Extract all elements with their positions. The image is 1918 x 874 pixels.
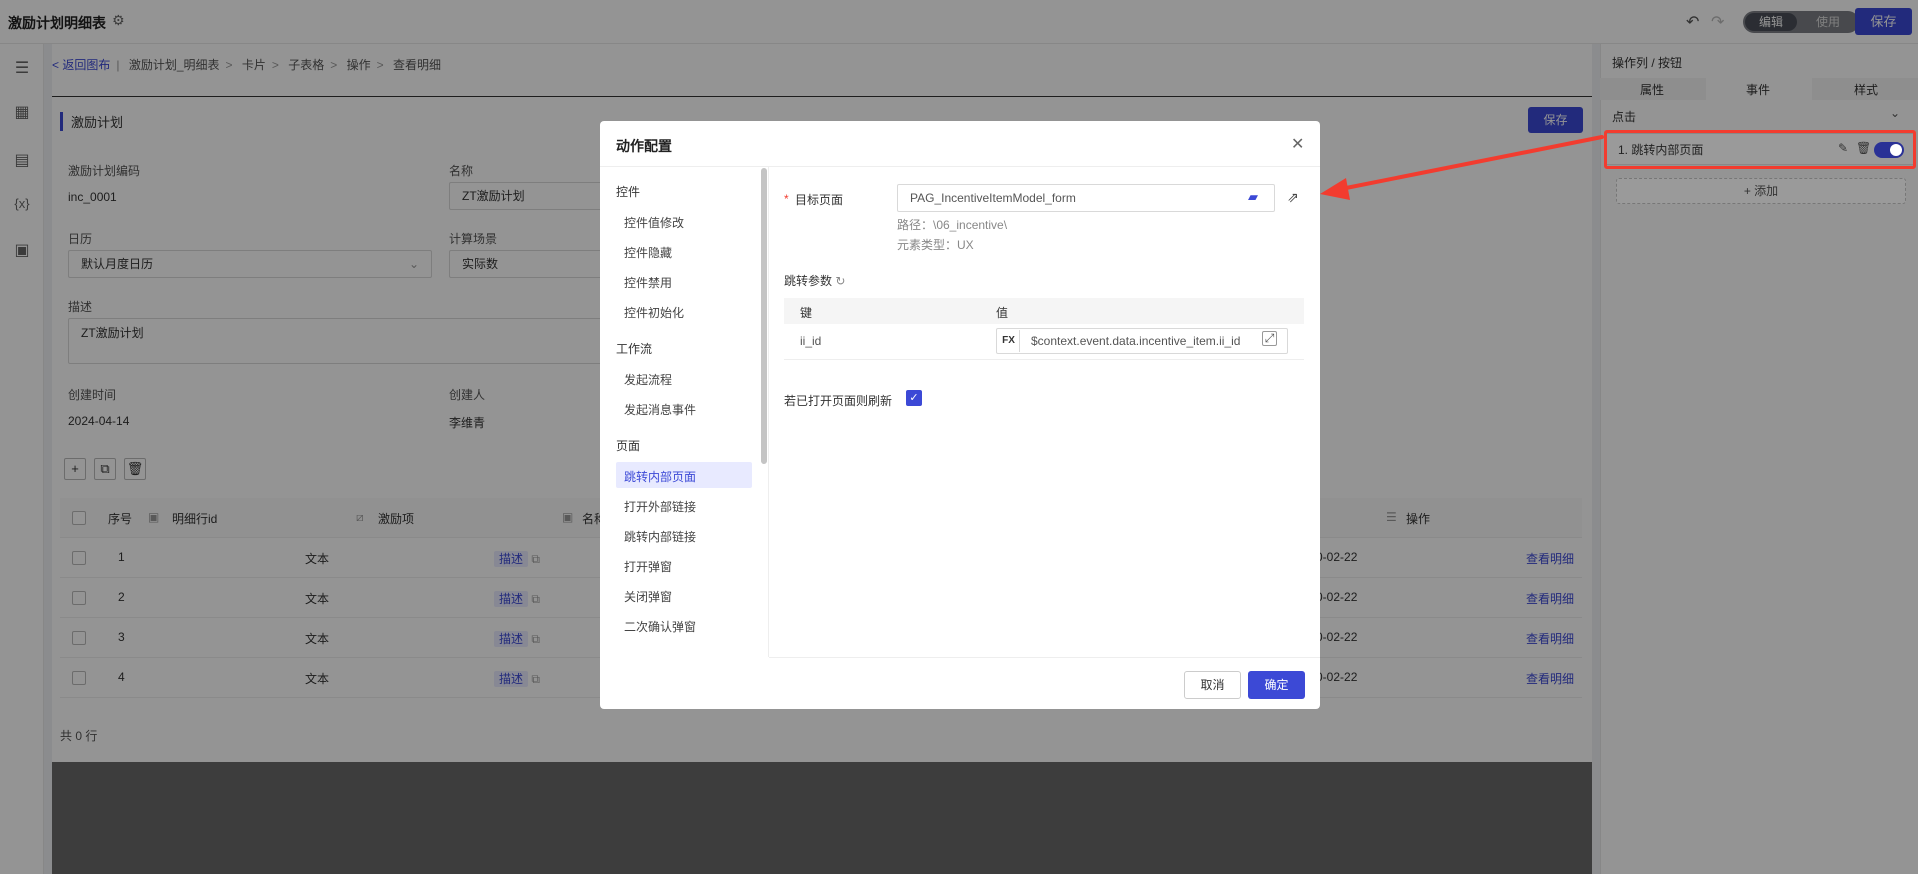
menu-item[interactable]: 打开外部链接 [624,498,696,515]
divider [768,167,769,657]
expand-icon[interactable]: ⤢ [1262,331,1277,346]
menu-item[interactable]: 二次确认弹窗 [624,618,696,635]
menu-item[interactable]: 发起流程 [624,371,672,388]
modal-title: 动作配置 [616,138,672,154]
col-value-header: 值 [996,306,1009,320]
group-page: 页面 [616,439,641,453]
canvas-empty-area [52,762,1592,874]
target-page-input[interactable]: PAG_IncentiveItemModel_form [897,184,1275,212]
menu-item[interactable]: 跳转内部链接 [624,528,696,545]
param-key: ii_id [800,334,822,348]
divider [769,657,1320,658]
jump-params-label: 跳转参数 ↻ [784,274,846,288]
menu-item[interactable]: 控件隐藏 [624,244,672,261]
cancel-button[interactable]: 取消 [1184,671,1241,699]
menu-item[interactable]: 控件值修改 [624,214,684,231]
menu-item[interactable]: 发起消息事件 [624,401,696,418]
group-controls: 控件 [616,185,641,199]
confirm-button[interactable]: 确定 [1248,671,1305,699]
target-page-label: 目标页面 [795,193,844,207]
refresh-if-open-label: 若已打开页面则刷新 [784,394,893,408]
col-key-header: 键 [800,306,813,320]
menu-item[interactable]: 控件初始化 [624,304,684,321]
menu-item[interactable]: 打开弹窗 [624,558,672,575]
refresh-if-open-checkbox[interactable]: ✓ [906,390,922,406]
annotation-highlight [1604,130,1916,169]
annotation-arrow [1320,135,1604,200]
scrollbar[interactable] [761,168,767,464]
folder-icon[interactable]: ▰ [1248,189,1258,205]
group-workflow: 工作流 [616,342,653,356]
menu-item[interactable]: 控件禁用 [624,274,672,291]
menu-item[interactable]: 关闭弹窗 [624,588,672,605]
required-mark: * [784,192,789,206]
fx-icon[interactable]: FX [998,330,1020,352]
element-type-text: 元素类型：UX [897,238,974,252]
menu-item-active[interactable]: 跳转内部页面 [624,468,696,485]
path-text: 路径：\06_incentive\ [897,218,1008,232]
param-expression-value: $context.event.data.incentive_item.ii_id [1031,334,1241,348]
add-action-button[interactable]: + 添加 [1616,178,1906,204]
refresh-icon: ↻ [835,274,846,288]
params-header [784,298,1304,324]
open-page-icon[interactable]: ⇗ [1287,189,1299,206]
divider [600,166,1320,167]
